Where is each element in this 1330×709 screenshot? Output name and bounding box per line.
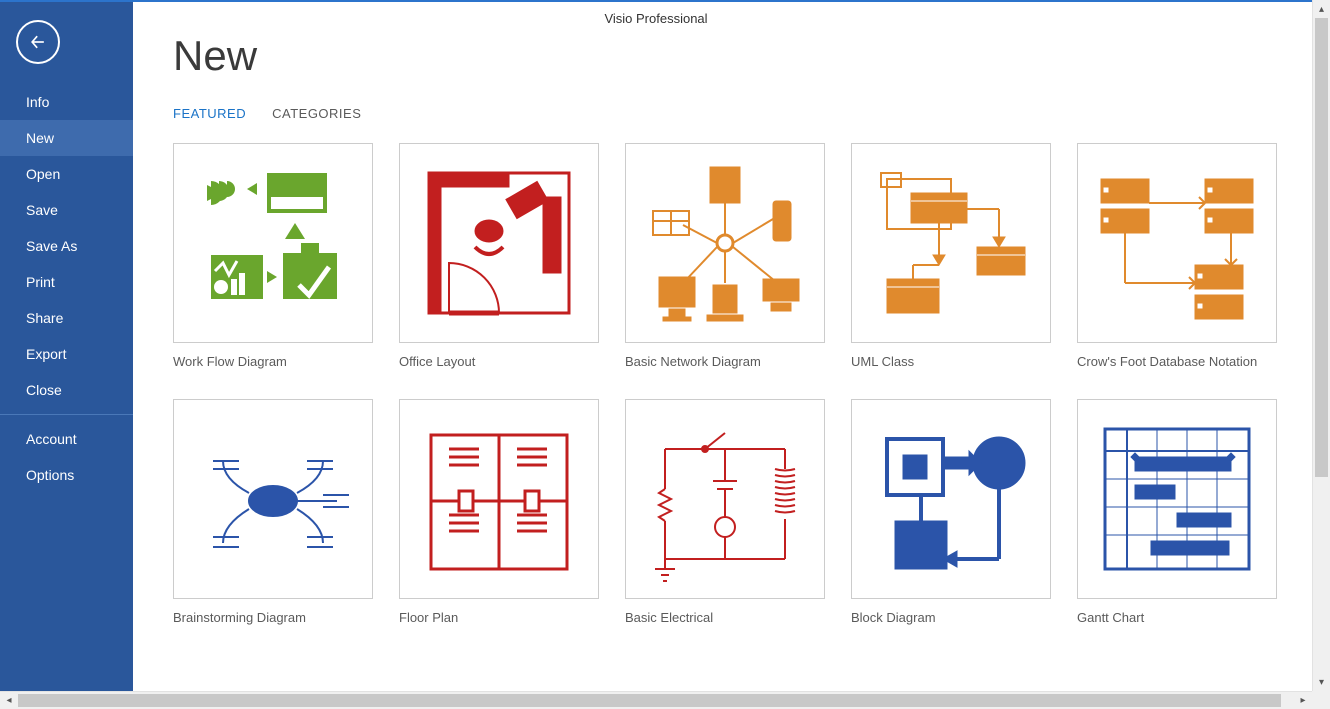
template-label: Office Layout xyxy=(399,343,599,369)
sidebar-item-share[interactable]: Share xyxy=(0,300,133,336)
template-label: Gantt Chart xyxy=(1077,599,1277,625)
template-card-floorplan[interactable]: Floor Plan xyxy=(399,399,599,625)
scroll-up-arrow-icon[interactable]: ▴ xyxy=(1313,0,1330,18)
page-title: New xyxy=(173,32,1312,80)
tab-categories[interactable]: CATEGORIES xyxy=(272,106,361,121)
block-icon xyxy=(851,399,1051,599)
template-label: Brainstorming Diagram xyxy=(173,599,373,625)
template-card-brainstorm[interactable]: Brainstorming Diagram xyxy=(173,399,373,625)
scrollbar-corner xyxy=(1312,691,1330,709)
template-label: Work Flow Diagram xyxy=(173,343,373,369)
template-card-crowsfoot[interactable]: Crow's Foot Database Notation xyxy=(1077,143,1277,369)
crowsfoot-icon xyxy=(1077,143,1277,343)
sidebar-item-open[interactable]: Open xyxy=(0,156,133,192)
uml-icon xyxy=(851,143,1051,343)
sidebar-item-account[interactable]: Account xyxy=(0,421,133,457)
sidebar-item-save-as[interactable]: Save As xyxy=(0,228,133,264)
horizontal-scrollbar[interactable]: ◂ ▸ xyxy=(0,691,1312,709)
sidebar-item-export[interactable]: Export xyxy=(0,336,133,372)
electrical-icon xyxy=(625,399,825,599)
template-card-office[interactable]: Office Layout xyxy=(399,143,599,369)
sidebar-item-save[interactable]: Save xyxy=(0,192,133,228)
sidebar: InfoNewOpenSaveSave AsPrintShareExportCl… xyxy=(0,2,133,691)
template-label: Basic Network Diagram xyxy=(625,343,825,369)
sidebar-divider xyxy=(0,414,133,415)
template-card-uml[interactable]: UML Class xyxy=(851,143,1051,369)
gantt-icon xyxy=(1077,399,1277,599)
template-label: UML Class xyxy=(851,343,1051,369)
template-label: Crow's Foot Database Notation xyxy=(1077,343,1277,369)
main-panel: New FEATURED CATEGORIES Work Flow Diagram xyxy=(133,2,1312,691)
sidebar-item-print[interactable]: Print xyxy=(0,264,133,300)
template-card-network[interactable]: Basic Network Diagram xyxy=(625,143,825,369)
template-card-block[interactable]: Block Diagram xyxy=(851,399,1051,625)
sidebar-item-options[interactable]: Options xyxy=(0,457,133,493)
template-label: Basic Electrical xyxy=(625,599,825,625)
back-arrow-icon xyxy=(28,32,48,52)
template-grid: Work Flow Diagram Office Layout xyxy=(173,143,1312,625)
sidebar-item-info[interactable]: Info xyxy=(0,84,133,120)
workflow-icon xyxy=(173,143,373,343)
floorplan-icon xyxy=(399,399,599,599)
scroll-left-arrow-icon[interactable]: ◂ xyxy=(0,692,18,709)
template-label: Floor Plan xyxy=(399,599,599,625)
scroll-down-arrow-icon[interactable]: ▾ xyxy=(1313,673,1330,691)
scroll-right-arrow-icon[interactable]: ▸ xyxy=(1294,692,1312,709)
template-label: Block Diagram xyxy=(851,599,1051,625)
office-icon xyxy=(399,143,599,343)
sidebar-item-close[interactable]: Close xyxy=(0,372,133,408)
back-button[interactable] xyxy=(16,20,60,64)
template-card-gantt[interactable]: Gantt Chart xyxy=(1077,399,1277,625)
vertical-scrollbar[interactable]: ▴ ▾ xyxy=(1312,0,1330,691)
template-tabs: FEATURED CATEGORIES xyxy=(173,106,1312,121)
template-card-electrical[interactable]: Basic Electrical xyxy=(625,399,825,625)
network-icon xyxy=(625,143,825,343)
brainstorm-icon xyxy=(173,399,373,599)
sidebar-item-new[interactable]: New xyxy=(0,120,133,156)
tab-featured[interactable]: FEATURED xyxy=(173,106,246,121)
template-card-workflow[interactable]: Work Flow Diagram xyxy=(173,143,373,369)
